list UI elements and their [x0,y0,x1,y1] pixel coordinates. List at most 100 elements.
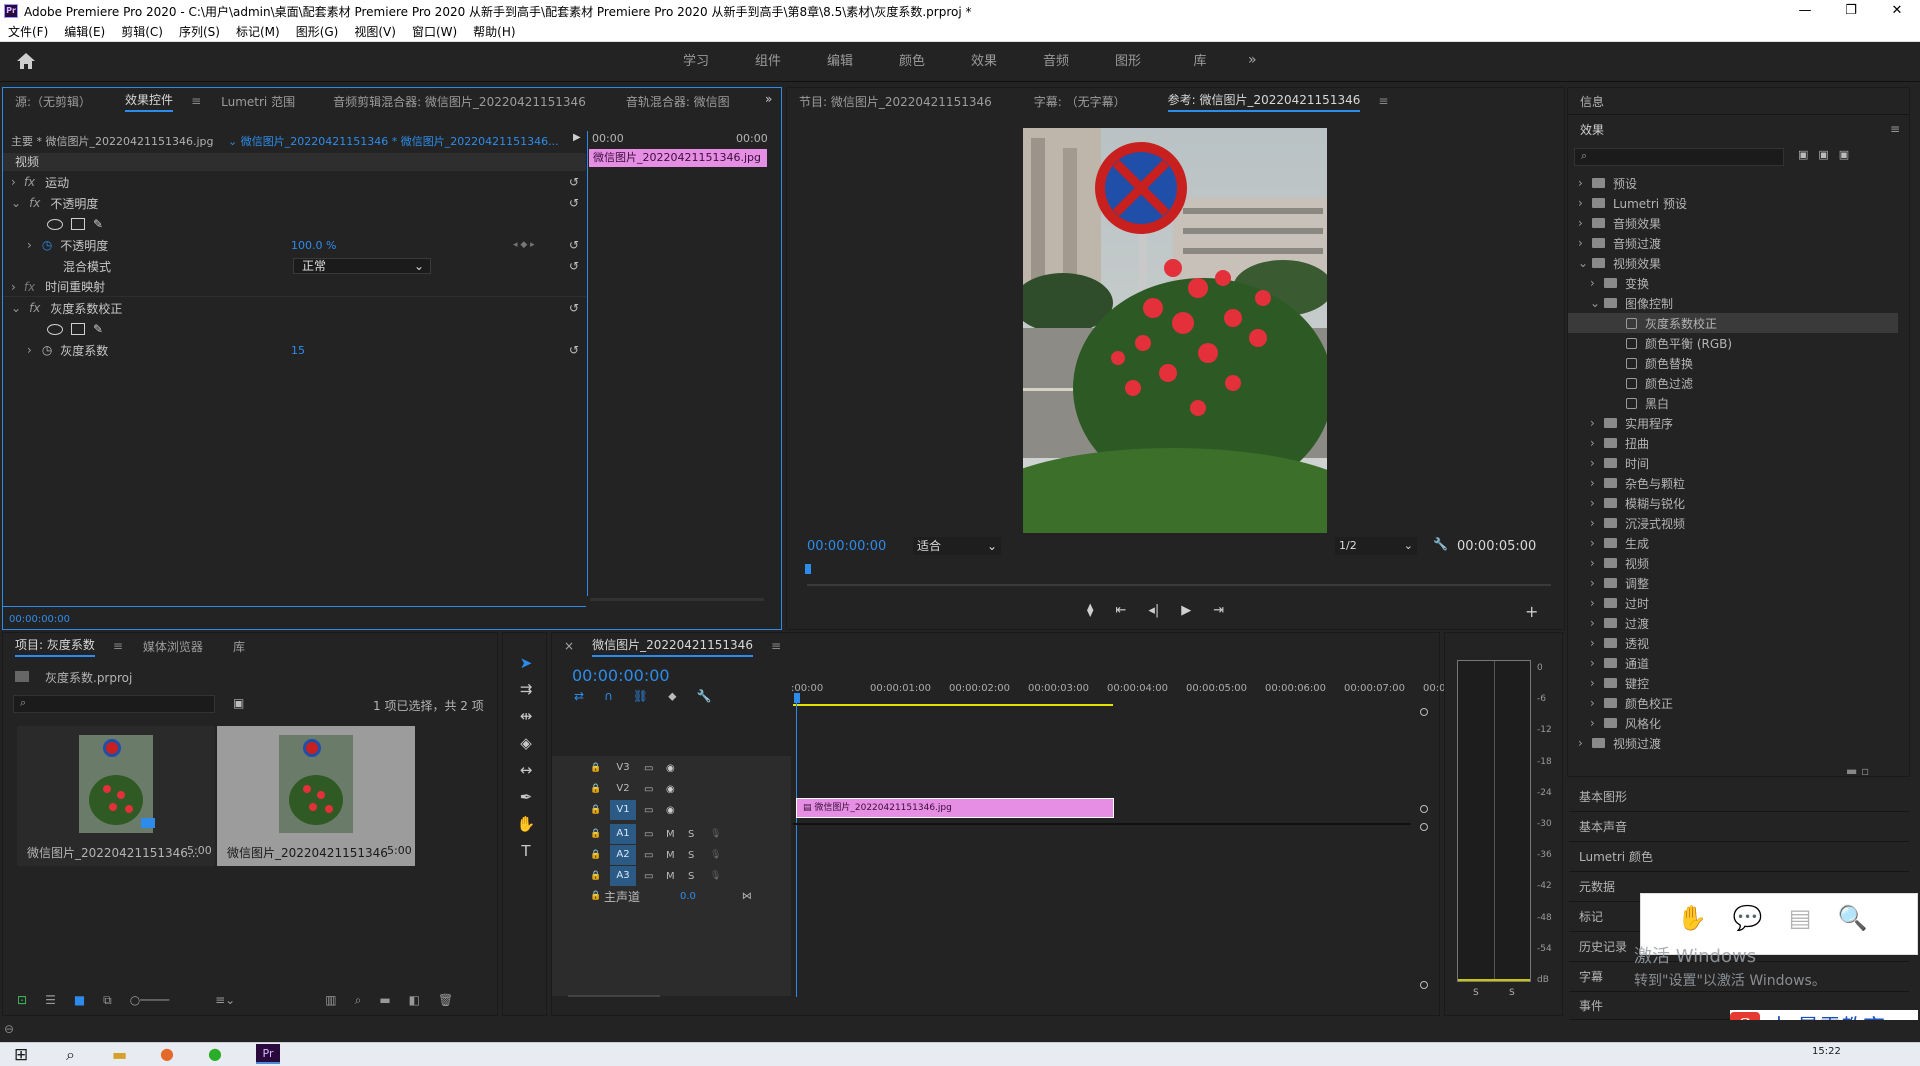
rectangle-mask-icon[interactable] [71,218,85,230]
taskbar-search-icon[interactable]: ⌕ [66,1045,75,1065]
workspace-libraries[interactable]: 库 [1164,42,1236,82]
project-search-input[interactable]: ⌕ [13,695,215,713]
ec-zoom-bar[interactable] [590,598,764,601]
timeline-vscroll-bottom[interactable] [1420,981,1428,989]
opacity-value[interactable]: 100.0 % [291,239,336,252]
meter-solo-left[interactable]: S [1473,988,1479,998]
close-sequence-icon[interactable]: × [564,639,574,653]
expand-chevron-icon[interactable]: › [1590,696,1604,710]
hand-glove-icon[interactable]: ✋ [1677,904,1707,932]
add-marker-timeline-icon[interactable]: ⬥ [668,689,676,704]
effects-tree-item[interactable]: › 过时 [1568,593,1898,613]
meter-solo-right[interactable]: S [1509,988,1515,998]
expand-chevron-icon[interactable]: › [1590,576,1604,590]
expand-chevron-icon[interactable]: › [1590,476,1604,490]
effects-tree-item[interactable]: › 杂色与颗粒 [1568,473,1898,493]
effects-tree-item[interactable]: › 过渡 [1568,613,1898,633]
menu-window[interactable]: 窗口(W) [412,23,457,40]
expand-chevron-icon[interactable]: › [1578,196,1592,210]
zoom-fit-select[interactable]: 适合 ⌄ [913,537,1001,555]
menu-file[interactable]: 文件(F) [8,23,48,40]
workspace-editing[interactable]: 编辑 [804,42,876,82]
track-sync-icon[interactable]: ▭ [644,871,666,882]
new-item-icon[interactable]: ◧ [409,993,420,1008]
tab-audio-track-mixer[interactable]: 音轨混合器: 微信图 [626,93,730,110]
effects-tree-item[interactable]: 灰度系数校正 [1568,313,1898,333]
effects-tree-item[interactable]: › 键控 [1568,673,1898,693]
track-solo-button[interactable]: S [688,871,710,882]
ripple-edit-tool-icon[interactable]: ⇹ [514,704,538,728]
track-sync-icon[interactable]: ▭ [644,784,666,795]
track-target-button[interactable]: A3 [610,866,636,886]
expand-chevron-icon[interactable]: › [1578,176,1592,190]
track-mute-button[interactable]: M [666,850,688,861]
effects-tree-item[interactable]: 颜色过滤 [1568,373,1898,393]
effects-tree-item[interactable]: › 调整 [1568,573,1898,593]
expand-chevron-icon[interactable]: › [1590,496,1604,510]
menu-clip[interactable]: 剪辑(C) [121,23,163,40]
add-marker-icon[interactable]: ⧫ [1087,603,1093,618]
expand-chevron-icon[interactable]: › [1590,276,1604,290]
track-target-button[interactable]: V1 [610,800,636,820]
gamma-stopwatch-icon[interactable]: ◷ [42,343,52,357]
wechat-icon[interactable]: ● [208,1044,222,1063]
new-bin-icon[interactable]: ▬ ▫ [1846,764,1869,778]
find-icon[interactable]: ⌕ [355,993,362,1008]
reset-gamma-icon[interactable]: ↺ [569,301,579,315]
linked-selection-icon[interactable]: ⛓ [633,689,648,704]
expand-chevron-icon[interactable]: › [1590,636,1604,650]
timeline-ruler[interactable]: :00:00 00:00:01:00 00:00:02:00 00:00:03:00 0… [791,674,1462,700]
track-lock-icon[interactable]: 🔒 [590,850,610,860]
go-to-in-icon[interactable]: ⇤ [1115,603,1126,618]
track-eye-icon[interactable]: ◉ [666,784,675,795]
expand-chevron-icon[interactable]: › [1590,456,1604,470]
expand-chevron-icon[interactable]: › [1578,236,1592,250]
opacity-effect-row[interactable]: ⌄ fx 不透明度 ↺ [3,193,586,213]
effects-tree-item[interactable]: › 变换 [1568,273,1898,293]
expand-chevron-icon[interactable]: › [1590,516,1604,530]
workspace-effects[interactable]: 效果 [948,42,1020,82]
menu-graphics[interactable]: 图形(G) [296,23,339,40]
lumetri-color-section[interactable]: Lumetri 颜色 [1569,842,1909,872]
effects-tab[interactable]: 效果 [1580,121,1604,138]
effects-tree-item[interactable]: › 生成 [1568,533,1898,553]
tab-lumetri-scopes[interactable]: Lumetri 范围 [221,93,295,110]
tab-project[interactable]: 项目: 灰度系数 [15,636,95,657]
tab-reference[interactable]: 参考: 微信图片_20220421151346 [1167,91,1361,112]
reset-blend-icon[interactable]: ↺ [569,259,579,273]
ec-clip-bar[interactable]: 微信图片_20220421151346.jpg [589,149,767,167]
workspace-learn[interactable]: 学习 [660,42,732,82]
master-volume-value[interactable]: 0.0 [680,891,696,902]
track-lock-icon[interactable]: 🔒 [590,871,610,881]
effects-tree-item[interactable]: › 透视 [1568,633,1898,653]
track-sync-icon[interactable]: ▭ [644,805,666,816]
motion-effect-row[interactable]: › fx 运动 ↺ [3,172,586,192]
effects-tree-item[interactable]: 黑白 [1568,393,1898,413]
stopwatch-icon[interactable]: ◷ [42,238,52,252]
track-target-button[interactable]: V2 [610,779,636,799]
essential-sound-section[interactable]: 基本声音 [1569,812,1909,842]
nest-icon[interactable]: ⇄ [574,689,584,704]
track-select-tool-icon[interactable]: ⇉ [514,677,538,701]
home-icon[interactable] [16,52,38,72]
snap-icon[interactable]: ∩ [604,689,613,704]
info-tab[interactable]: 信息 [1580,93,1604,110]
effects-tree-item[interactable]: 颜色平衡 (RGB) [1568,333,1898,353]
delete-icon[interactable]: 🗑 [438,993,453,1008]
effects-tree-item[interactable]: › 时间 [1568,453,1898,473]
document-stack-icon[interactable]: ▤ [1789,904,1812,932]
expand-chevron-icon[interactable]: › [1590,716,1604,730]
minimize-icon[interactable]: — [1782,0,1828,22]
effects-tree-item[interactable]: 颜色替换 [1568,353,1898,373]
effects-tree-item[interactable]: › 视频过渡 [1568,733,1898,753]
track-voiceover-icon[interactable]: 🎙 [710,850,721,860]
expand-chevron-icon[interactable]: ⌄ [1590,296,1604,310]
magnifier-document-icon[interactable]: 🔍 [1837,904,1867,932]
reset-opacity-icon[interactable]: ↺ [569,196,579,210]
track-lock-icon[interactable]: 🔒 [590,829,610,839]
track-mute-button[interactable]: M [666,829,688,840]
accelerated-filter-icons[interactable]: ▣▣▣ [1798,148,1859,161]
effects-tree-item[interactable]: › Lumetri 预设 [1568,193,1898,213]
track-voiceover-icon[interactable]: 🎙 [710,871,721,881]
workspace-color[interactable]: 颜色 [876,42,948,82]
